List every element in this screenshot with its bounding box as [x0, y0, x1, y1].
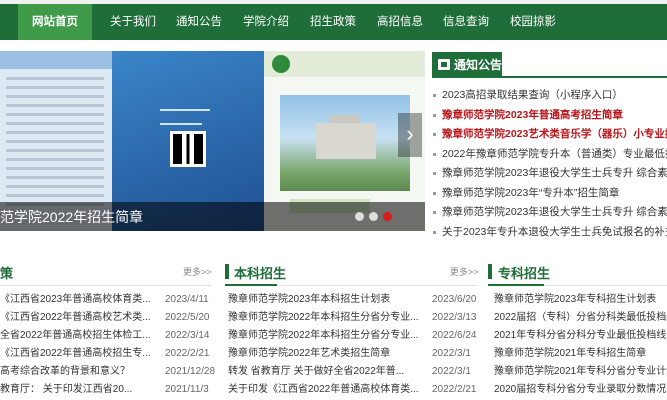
- list-item[interactable]: 豫章师范学院2021年专科分省分专业计划: [494, 363, 667, 381]
- list-item[interactable]: 《江西省2023年普通高校体育类... 2023/4/11: [0, 291, 212, 309]
- college-logo: [272, 55, 290, 73]
- notice-item[interactable]: 豫章师范学院2023艺术类音乐学（器乐）小专业招...: [432, 125, 667, 145]
- notice-item[interactable]: 豫章师范学院2023年普通高考招生简章: [432, 106, 667, 126]
- list-item[interactable]: 教育厅： 关于印发江西省20... 2021/11/3: [0, 381, 212, 399]
- notice-header: 通知公告: [432, 52, 667, 78]
- list-item[interactable]: 豫章师范学院2023年专科招生计划表: [494, 291, 667, 309]
- policy-divider: [0, 285, 212, 286]
- college-section-title: 专科招生: [498, 266, 551, 281]
- carousel-dot-1[interactable]: [355, 212, 364, 221]
- notice-list: 2023高招录取结果查询（小程序入口） 豫章师范学院2023年普通高考招生简章 …: [432, 86, 667, 242]
- notice-item[interactable]: 2022年豫章师范学院专升本（普通类）专业最低投...: [432, 145, 667, 165]
- college-title-bar: [488, 264, 492, 279]
- policy-list: 《江西省2023年普通高校体育类... 2023/4/11 《江西省2022年普通…: [0, 291, 215, 399]
- list-item[interactable]: 全省2022年普通高校招生体检工... 2022/3/14: [0, 327, 212, 345]
- list-item[interactable]: 关于印发《江西省2022年普通高校体育类... 2022/2/21: [228, 381, 478, 399]
- list-item[interactable]: 豫章师范学院2023年本科招生计划表 2023/6/20: [228, 291, 478, 309]
- banner-carousel[interactable]: › 范学院2022年招生简章: [0, 51, 425, 231]
- notice-icon: [438, 59, 450, 70]
- notice-item[interactable]: 豫章师范学院2023年“专升本”招生简章: [432, 184, 667, 204]
- notice-tab[interactable]: 通知公告: [432, 52, 502, 78]
- list-item[interactable]: 2022届招（专科）分省分科类最低投档线: [494, 309, 667, 327]
- list-item[interactable]: 《江西省2022年普通高校艺术类... 2022/5/20: [0, 309, 212, 327]
- college-underline: [488, 284, 544, 286]
- banner-caption[interactable]: 范学院2022年招生简章: [0, 207, 143, 227]
- carousel-next-button[interactable]: ›: [398, 113, 422, 157]
- nav-query[interactable]: 信息查询: [443, 4, 489, 40]
- carousel-dot-3[interactable]: [383, 212, 392, 221]
- list-item[interactable]: 《江西省2022年普通高校招生专... 2022/2/21: [0, 345, 212, 363]
- nav-notice[interactable]: 通知公告: [176, 4, 222, 40]
- college-list: 豫章师范学院2023年专科招生计划表 2022届招（专科）分省分科类最低投档线 …: [494, 291, 667, 399]
- notice-title: 通知公告: [454, 58, 503, 72]
- campus-photo: [280, 95, 410, 191]
- nav-policy[interactable]: 招生政策: [310, 4, 356, 40]
- list-item[interactable]: 转发 省教育厅 关于做好全省2022年普... 2022/3/1: [228, 363, 478, 381]
- carousel-dot-2[interactable]: [369, 212, 378, 221]
- list-item[interactable]: 2021年专科分省分科分专业最低投档线: [494, 327, 667, 345]
- list-item[interactable]: 豫章师范学院2022年本科招生分省分专业... 2022/3/13: [228, 309, 478, 327]
- main-nav: 网站首页 关于我们 通知公告 学院介绍 招生政策 高招信息 信息查询 校园掠影: [0, 0, 667, 40]
- nav-about[interactable]: 关于我们: [110, 4, 156, 40]
- notice-item[interactable]: 关于2023年专升本退役大学生士兵免试报名的补充...: [432, 223, 667, 243]
- notice-item[interactable]: 豫章师范学院2023年退役大学生士兵专升 综合素质评...: [432, 203, 667, 223]
- nav-campus-gallery[interactable]: 校园掠影: [510, 4, 556, 40]
- carousel-dots: [355, 212, 397, 224]
- list-item[interactable]: 豫章师范学院2022年本科招生分省分专业... 2022/6/24: [228, 327, 478, 345]
- notice-item[interactable]: 2023高招录取结果查询（小程序入口）: [432, 86, 667, 106]
- nav-home[interactable]: 网站首页: [18, 4, 92, 40]
- policy-more-link[interactable]: 更多>>: [183, 265, 212, 278]
- undergrad-title-bar: [225, 264, 229, 279]
- undergrad-section-title: 本科招生: [234, 266, 287, 281]
- undergrad-more-link[interactable]: 更多>>: [450, 265, 479, 278]
- undergrad-underline: [225, 284, 277, 286]
- list-item[interactable]: 豫章师范学院2021年专科招生简章: [494, 345, 667, 363]
- nav-college-intro[interactable]: 学院介绍: [243, 4, 289, 40]
- nav-admission-info[interactable]: 高招信息: [377, 4, 423, 40]
- notice-item[interactable]: 豫章师范学院2023年退役大学生士兵专升 综合素...: [432, 164, 667, 184]
- list-item[interactable]: 2020届招专科分省分专业录取分数情况: [494, 381, 667, 399]
- list-item[interactable]: 豫章师范学院2022年艺术类招生简章 2022/3/1: [228, 345, 478, 363]
- undergrad-list: 豫章师范学院2023年本科招生计划表 2023/6/20 豫章师范学院2022年本…: [228, 291, 478, 399]
- calligraphy-artwork: [160, 109, 210, 129]
- qr-code-image: [170, 131, 206, 167]
- list-item[interactable]: 高考综合改革的背景和意义？ 2021/12/28: [0, 363, 215, 381]
- policy-section-title: 策: [0, 266, 14, 281]
